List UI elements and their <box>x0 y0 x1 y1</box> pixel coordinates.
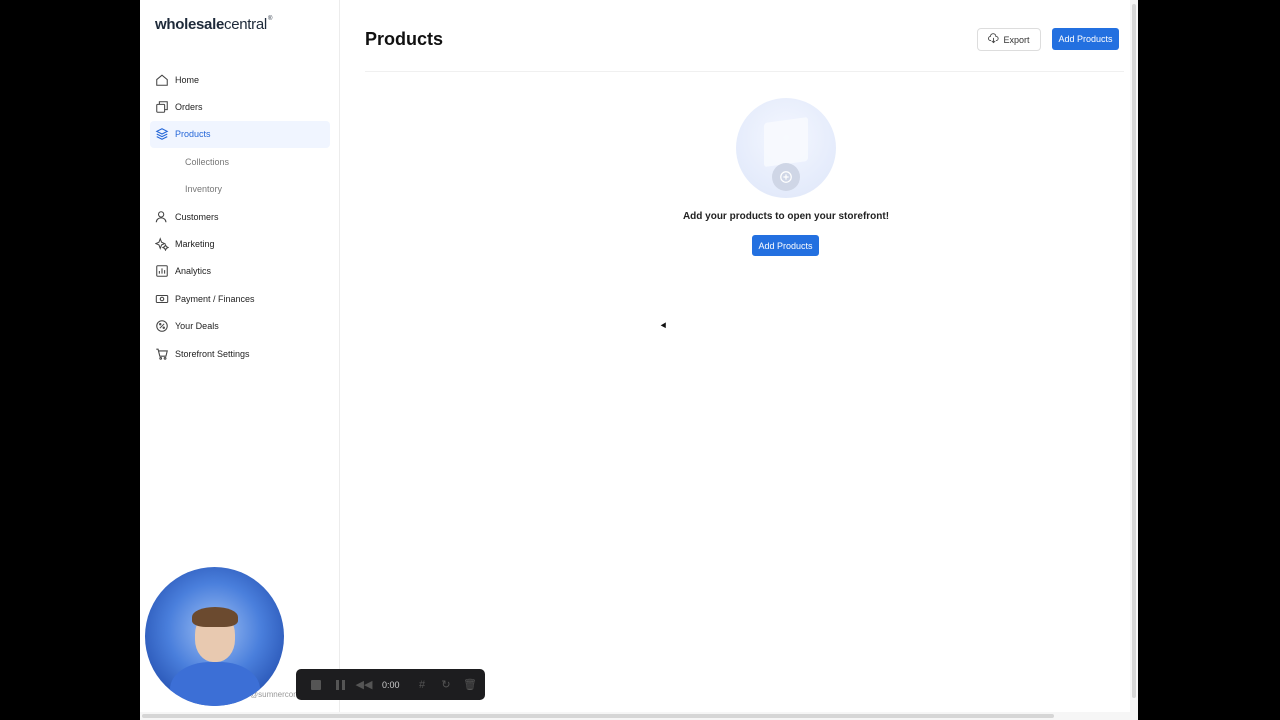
sidebar-item-products[interactable]: Products <box>150 120 330 149</box>
sidebar-item-collections[interactable]: Collections <box>150 148 330 175</box>
main-content: Products Export Add Products Add your pr… <box>340 0 1134 720</box>
sidebar-item-marketing[interactable]: Marketing <box>150 230 330 257</box>
sidebar-item-label: Payment / Finances <box>175 293 255 304</box>
sidebar-item-storefront-settings[interactable]: Storefront Settings <box>150 340 330 367</box>
box-illustration <box>764 116 808 168</box>
webcam-bubble[interactable] <box>145 567 284 706</box>
webcam-person-hair <box>192 607 238 627</box>
export-button[interactable]: Export <box>977 28 1041 51</box>
recorder-toolbar: ◀◀ 0:00 # ↻ 🗑 <box>296 669 485 700</box>
plus-circle-icon <box>772 163 800 191</box>
vertical-scrollbar-thumb[interactable] <box>1132 4 1136 698</box>
horizontal-scrollbar[interactable] <box>140 712 1138 720</box>
add-products-button-header[interactable]: Add Products <box>1052 28 1119 50</box>
empty-products-illustration <box>736 98 836 198</box>
rewind-icon[interactable]: ◀◀ <box>356 679 373 691</box>
sidebar-item-label: Customers <box>175 211 219 222</box>
sidebar-item-analytics[interactable]: Analytics <box>150 258 330 285</box>
add-products-button[interactable]: Add Products <box>752 235 819 256</box>
brand-name-bold: wholesale <box>155 16 224 33</box>
trash-icon[interactable]: 🗑 <box>463 679 477 691</box>
cart-icon <box>155 347 169 361</box>
brand-reg-mark: ® <box>267 16 273 22</box>
app-window: wholesalecentral® Home Orders Products C… <box>140 0 1138 720</box>
pause-icon[interactable] <box>334 679 346 691</box>
sidebar-item-payment-finances[interactable]: Payment / Finances <box>150 285 330 312</box>
sidebar-item-orders[interactable]: Orders <box>150 93 330 120</box>
export-button-label: Export <box>1003 34 1030 45</box>
sidebar-item-label: Your Deals <box>175 321 219 332</box>
sidebar-item-label: Marketing <box>175 239 215 250</box>
layers-icon <box>155 127 169 141</box>
empty-state-message: Add your products to open your storefron… <box>682 211 890 222</box>
page-title: Products <box>365 29 444 49</box>
recording-time: 0:00 <box>382 679 400 690</box>
sidebar-item-label: Orders <box>175 102 203 113</box>
sidebar-item-label: Inventory <box>185 184 223 195</box>
sidebar-item-your-deals[interactable]: Your Deals <box>150 313 330 340</box>
sidebar-item-customers[interactable]: Customers <box>150 203 330 230</box>
home-icon <box>155 73 169 87</box>
orders-icon <box>155 100 169 114</box>
grid-icon[interactable]: # <box>416 679 428 691</box>
sidebar-item-label: Storefront Settings <box>175 348 250 359</box>
horizontal-scrollbar-thumb[interactable] <box>142 714 1054 718</box>
cloud-download-icon <box>988 33 1000 46</box>
vertical-scrollbar[interactable] <box>1130 0 1138 720</box>
brand-name-light: central <box>224 16 267 33</box>
percent-icon <box>155 319 169 333</box>
chart-icon <box>155 264 169 278</box>
webcam-person-body <box>170 662 260 706</box>
restart-icon[interactable]: ↻ <box>440 679 452 691</box>
brand-logo[interactable]: wholesalecentral® <box>155 16 272 33</box>
money-icon <box>155 292 169 306</box>
user-icon <box>155 210 169 224</box>
header-divider <box>365 71 1124 72</box>
sidebar-item-inventory[interactable]: Inventory <box>150 176 330 203</box>
sparkle-icon <box>155 237 169 252</box>
stop-icon[interactable] <box>310 679 322 691</box>
sidebar-item-label: Products <box>175 129 211 140</box>
sidebar-nav: Home Orders Products Collections Invento… <box>150 66 330 367</box>
sidebar-item-label: Home <box>175 74 200 85</box>
sidebar-item-label: Collections <box>185 156 230 167</box>
sidebar-item-home[interactable]: Home <box>150 66 330 93</box>
sidebar-item-label: Analytics <box>175 266 212 277</box>
